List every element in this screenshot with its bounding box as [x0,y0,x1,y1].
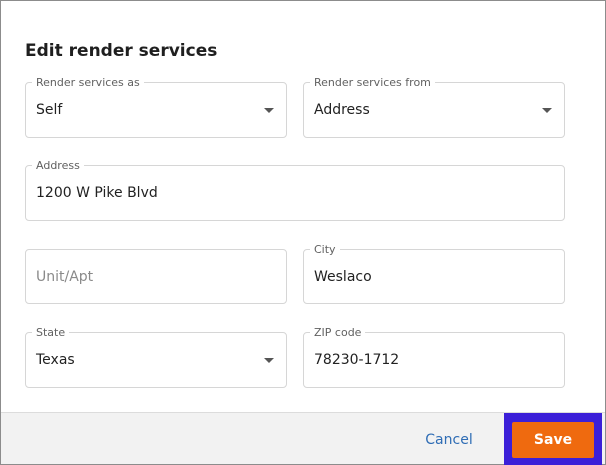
cancel-button[interactable]: Cancel [411,427,487,453]
city-value: Weslaco [314,268,372,285]
save-button-focus-ring: Save [504,413,602,465]
render-services-as-value: Self [36,102,63,118]
state-select[interactable]: State Texas [25,326,287,388]
address-field[interactable]: Address 1200 W Pike Blvd [25,159,565,221]
edit-render-services-dialog: Edit render services Render services as … [0,0,606,465]
unit-apt-placeholder: Unit/Apt [36,268,94,285]
zip-code-field[interactable]: ZIP code 78230-1712 [303,326,565,388]
chevron-down-icon [542,108,552,113]
address-value: 1200 W Pike Blvd [36,185,158,201]
unit-apt-field[interactable]: Unit/Apt [25,249,287,304]
city-field[interactable]: City Weslaco [303,243,565,304]
dialog-footer: Cancel Save [1,412,605,465]
render-services-from-select[interactable]: Render services from Address [303,76,565,138]
state-value: Texas [36,352,75,368]
chevron-down-icon [264,358,274,363]
dialog-title: Edit render services [25,41,218,61]
zip-code-value: 78230-1712 [314,352,400,368]
render-services-as-select[interactable]: Render services as Self [25,76,287,138]
chevron-down-icon [264,108,274,113]
render-services-from-value: Address [314,102,370,118]
save-button[interactable]: Save [512,422,594,458]
